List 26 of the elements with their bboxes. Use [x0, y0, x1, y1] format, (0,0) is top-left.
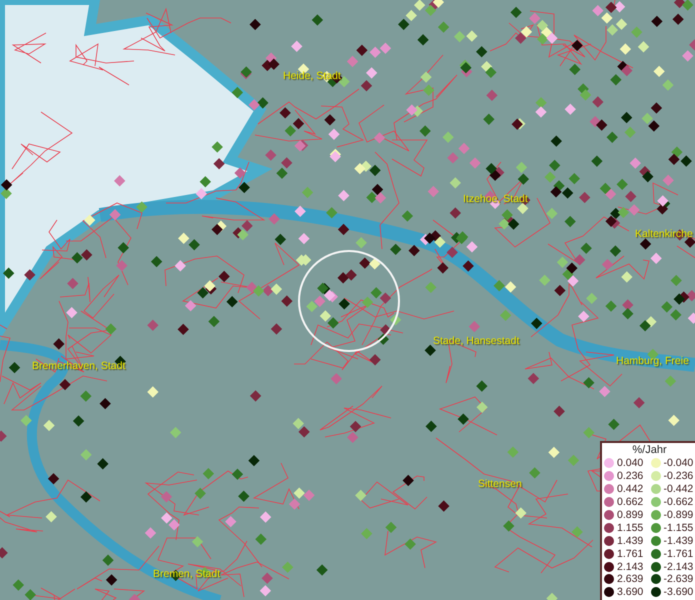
- legend-label: -1.761: [664, 548, 694, 560]
- legend-label: -0.236: [664, 470, 694, 482]
- legend-label: 0.662: [617, 496, 644, 508]
- legend-label: -0.442: [664, 483, 694, 496]
- legend-title: %/Jahr: [631, 444, 668, 457]
- legend-label: 0.899: [617, 509, 644, 521]
- legend-label: 1.761: [617, 548, 644, 560]
- legend-label: 1.155: [617, 522, 644, 534]
- legend-label: -0.662: [664, 496, 694, 508]
- place-label: Heide, Stadt: [283, 70, 341, 82]
- place-label: Hamburg, Freie: [616, 355, 689, 367]
- legend-label: 0.040: [617, 457, 644, 470]
- legend-label: -0.899: [664, 509, 694, 521]
- legend-label: 3.690: [617, 586, 644, 598]
- legend-label: -1.439: [664, 534, 694, 547]
- legend-label: 0.236: [617, 470, 644, 482]
- legend-label: -3.690: [664, 586, 694, 598]
- legend-label: 0.442: [617, 483, 644, 496]
- place-label: Stade, Hansestadt: [433, 335, 520, 347]
- legend-label: -0.040: [664, 457, 694, 470]
- legend-label: 2.639: [617, 573, 644, 586]
- legend-label: 2.143: [617, 560, 644, 573]
- legend-label: -2.639: [664, 573, 694, 586]
- legend-label: 1.439: [617, 534, 644, 547]
- legend-label: -1.155: [664, 522, 694, 534]
- legend-label: -2.143: [664, 560, 694, 573]
